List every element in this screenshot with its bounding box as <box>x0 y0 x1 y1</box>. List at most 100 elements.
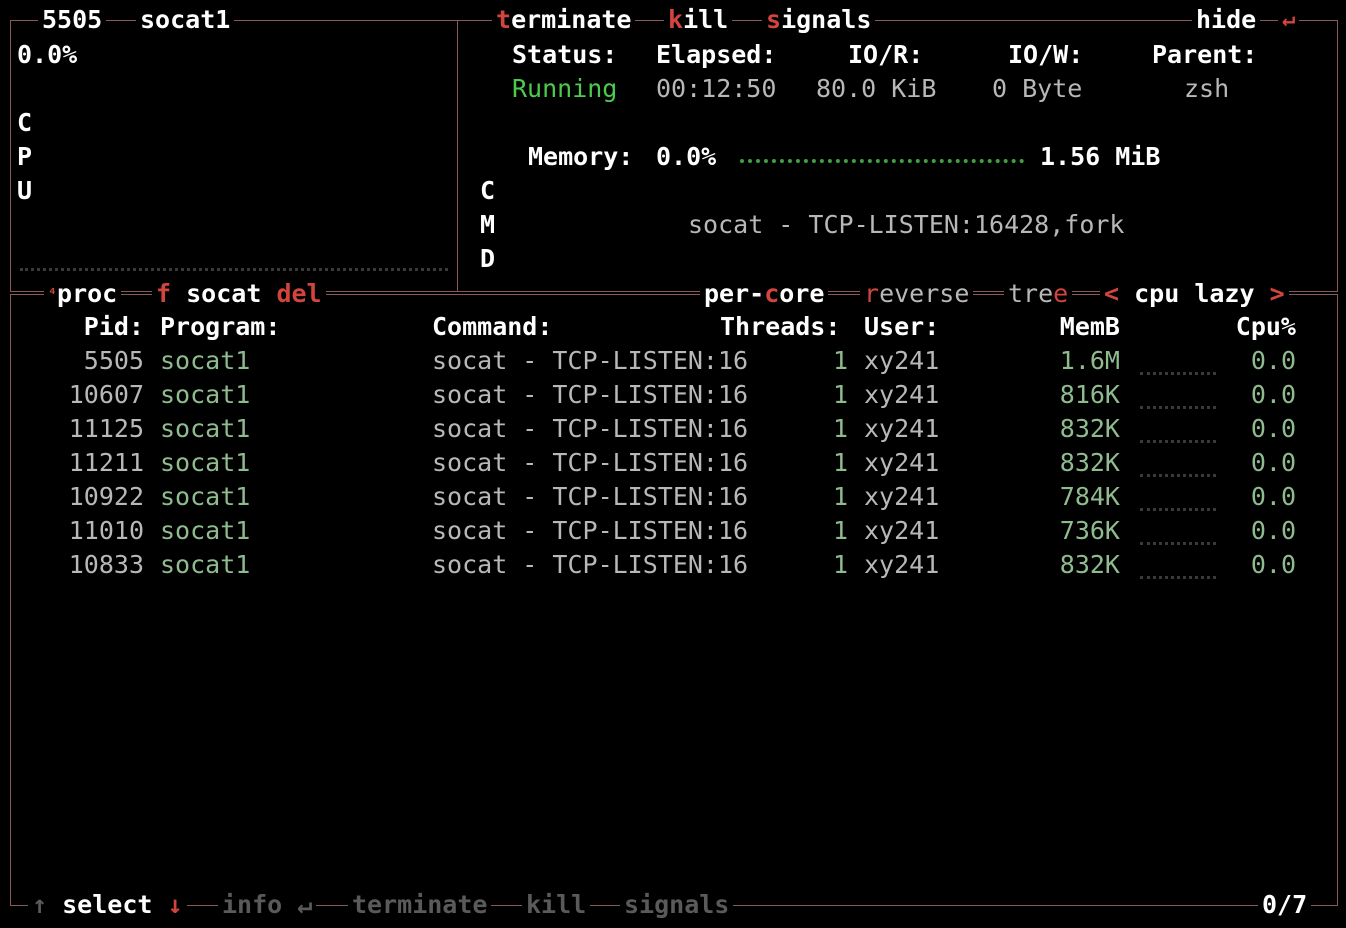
row-threads: 1 <box>832 482 848 511</box>
elapsed-label: Elapsed: <box>656 40 777 69</box>
row-pid: 11125 <box>68 414 144 443</box>
row-mem: 816K <box>1059 380 1120 409</box>
row-mem: 832K <box>1059 448 1120 477</box>
row-program: socat1 <box>160 414 251 443</box>
row-user: xy241 <box>864 346 940 375</box>
footer-signals-button[interactable]: signals <box>620 888 734 922</box>
col-cpu[interactable]: Cpu% <box>1196 310 1296 344</box>
row-pid: 10922 <box>68 482 144 511</box>
status-label: Status: <box>512 40 618 69</box>
cpu-graph-baseline <box>20 268 448 271</box>
row-pid: 10607 <box>68 380 144 409</box>
row-user: xy241 <box>864 550 940 579</box>
footer-terminate-button[interactable]: terminate <box>348 888 492 922</box>
row-pid: 11211 <box>68 448 144 477</box>
row-cpu: 0.0 <box>1250 346 1296 375</box>
signals-button[interactable]: signals <box>762 3 876 37</box>
row-user: xy241 <box>864 414 940 443</box>
process-count: 0/7 <box>1258 888 1312 922</box>
memory-label: Memory: <box>528 142 634 171</box>
memory-meter <box>740 159 1024 163</box>
row-user: xy241 <box>864 482 940 511</box>
row-program: socat1 <box>160 380 251 409</box>
col-memb[interactable]: MemB <box>1020 310 1120 344</box>
col-program[interactable]: Program: <box>160 310 280 344</box>
row-threads: 1 <box>832 516 848 545</box>
row-cpu: 0.0 <box>1250 516 1296 545</box>
row-command: socat - TCP-LISTEN:16 <box>432 448 749 477</box>
enter-icon: ↵ <box>297 890 313 919</box>
io-read-value: 80.0 KiB <box>816 74 937 103</box>
select-control[interactable]: ↑ select ↓ <box>28 888 187 922</box>
hide-button[interactable]: hide <box>1192 3 1261 37</box>
row-command: socat - TCP-LISTEN:16 <box>432 550 749 579</box>
row-user: xy241 <box>864 516 940 545</box>
detail-name: socat1 <box>136 3 235 37</box>
row-command: socat - TCP-LISTEN:16 <box>432 380 749 409</box>
sort-prev-button[interactable]: < <box>1104 279 1119 308</box>
memory-size: 1.56 MiB <box>1040 142 1161 171</box>
info-button[interactable]: info ↵ <box>218 888 317 922</box>
io-read-label: IO/R: <box>848 40 924 69</box>
per-core-toggle[interactable]: per-core <box>700 277 829 311</box>
cpu-label-u: U <box>17 176 33 205</box>
enter-icon: ↵ <box>1278 3 1300 37</box>
row-user: xy241 <box>864 448 940 477</box>
parent-value: zsh <box>1184 74 1230 103</box>
row-pid: 10833 <box>68 550 144 579</box>
tree-toggle[interactable]: tree <box>1004 277 1073 311</box>
io-write-label: IO/W: <box>1008 40 1084 69</box>
arrow-down-icon: ↓ <box>167 890 183 919</box>
row-mem: 832K <box>1059 414 1120 443</box>
row-command: socat - TCP-LISTEN:16 <box>432 414 749 443</box>
detail-divider <box>457 20 458 292</box>
col-threads[interactable]: Threads: <box>720 310 840 344</box>
cmd-value: socat - TCP-LISTEN:16428,fork <box>688 210 1125 239</box>
terminate-button[interactable]: terminate <box>492 3 636 37</box>
row-cpu: 0.0 <box>1250 482 1296 511</box>
row-mem: 784K <box>1059 482 1120 511</box>
row-command: socat - TCP-LISTEN:16 <box>432 346 749 375</box>
row-mem: 832K <box>1059 550 1120 579</box>
cmd-label-c: C <box>480 176 496 205</box>
memory-percent: 0.0% <box>656 142 717 171</box>
parent-label: Parent: <box>1152 40 1258 69</box>
row-program: socat1 <box>160 448 251 477</box>
reverse-toggle[interactable]: reverse <box>860 277 974 311</box>
row-program: socat1 <box>160 482 251 511</box>
row-threads: 1 <box>832 550 848 579</box>
row-cpu: 0.0 <box>1250 448 1296 477</box>
kill-button[interactable]: kill <box>664 3 733 37</box>
sort-selector[interactable]: < cpu lazy > <box>1100 277 1289 311</box>
io-write-value: 0 Byte <box>992 74 1083 103</box>
col-user[interactable]: User: <box>864 310 939 344</box>
col-pid[interactable]: Pid: <box>40 310 144 344</box>
row-program: socat1 <box>160 550 251 579</box>
row-pid: 11010 <box>68 516 144 545</box>
status-value: Running <box>512 74 618 103</box>
detail-pid: 5505 <box>38 3 107 37</box>
proc-section-title: ⁴proc <box>44 277 122 311</box>
row-cpu: 0.0 <box>1250 414 1296 443</box>
cpu-label-c: C <box>17 108 33 137</box>
row-program: socat1 <box>160 516 251 545</box>
row-command: socat - TCP-LISTEN:16 <box>432 482 749 511</box>
filter-del-button[interactable]: del <box>276 279 321 308</box>
row-cpu: 0.0 <box>1250 380 1296 409</box>
row-user: xy241 <box>864 380 940 409</box>
arrow-up-icon: ↑ <box>32 890 48 919</box>
row-pid: 5505 <box>83 346 144 375</box>
footer-kill-button[interactable]: kill <box>522 888 591 922</box>
cmd-label-d: D <box>480 244 496 273</box>
row-mem: 736K <box>1059 516 1120 545</box>
col-command[interactable]: Command: <box>432 310 552 344</box>
row-threads: 1 <box>832 380 848 409</box>
row-threads: 1 <box>832 414 848 443</box>
detail-cpu-percent: 0.0% <box>17 40 78 69</box>
row-threads: 1 <box>832 448 848 477</box>
row-command: socat - TCP-LISTEN:16 <box>432 516 749 545</box>
sort-next-button[interactable]: > <box>1270 279 1285 308</box>
row-mem: 1.6M <box>1059 346 1120 375</box>
filter-field[interactable]: f socat del <box>152 277 326 311</box>
elapsed-value: 00:12:50 <box>656 74 777 103</box>
